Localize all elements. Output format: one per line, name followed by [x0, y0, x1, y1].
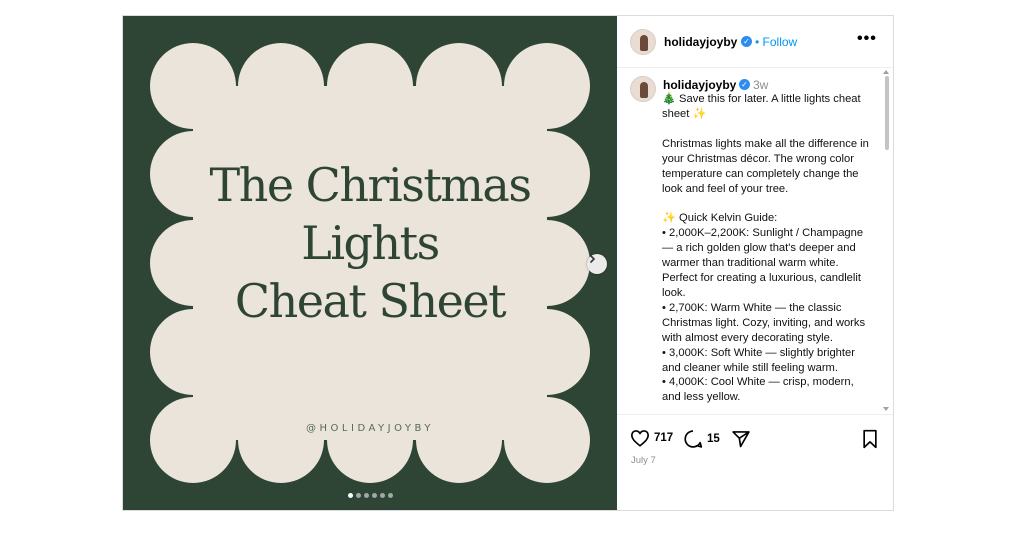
scroll-up-arrow[interactable] [883, 70, 889, 74]
caption-scroll-area[interactable]: holidayjoyby ✓ 3w 🎄 Save this for later.… [617, 68, 893, 415]
caption-line: • 2,700K: Warm White — the classic Chris… [662, 301, 866, 344]
avatar[interactable] [630, 29, 656, 55]
post-time-ago[interactable]: 3w [753, 78, 768, 92]
image-handle: @HOLIDAYJOYBY [306, 423, 434, 434]
post-date[interactable]: July 7 [631, 455, 656, 466]
caption-line: Christmas lights make all the difference… [662, 137, 869, 195]
follow-separator: • [755, 35, 760, 49]
caption-line: ✨ Quick Kelvin Guide: [662, 212, 778, 225]
comment-group[interactable]: 15 [683, 429, 720, 449]
headline-line: Lights [301, 216, 440, 270]
headline-line: The Christmas [209, 158, 532, 212]
caption-text: 🎄 Save this for later. A little lights c… [662, 92, 874, 405]
post-image: The Christmas Lights Cheat Sheet @HOLIDA… [123, 16, 617, 510]
share-group[interactable] [731, 429, 751, 449]
comments-count[interactable]: 15 [707, 433, 720, 445]
carousel-dot [371, 493, 377, 498]
carousel-dot-active [347, 493, 353, 498]
instagram-post: The Christmas Lights Cheat Sheet @HOLIDA… [122, 15, 894, 511]
post-side-panel: holidayjoyby ✓ • Follow ••• holidayjoyby… [617, 16, 893, 510]
carousel-dot [387, 493, 393, 498]
like-group[interactable]: 717 [630, 429, 673, 447]
username-link[interactable]: holidayjoyby [664, 35, 737, 49]
paper-plane-icon[interactable] [731, 429, 751, 449]
carousel-indicator [123, 493, 617, 498]
scrollbar-thumb[interactable] [885, 76, 889, 150]
more-options-icon[interactable]: ••• [857, 30, 877, 48]
post-header: holidayjoyby ✓ • Follow ••• [617, 16, 893, 68]
carousel-dot [379, 493, 385, 498]
carousel-dot [355, 493, 361, 498]
scroll-down-arrow[interactable] [883, 407, 889, 411]
comment-bubble-icon[interactable] [683, 429, 703, 449]
chevron-right-icon [589, 254, 596, 264]
caption-line: • 2,000K–2,200K: Sunlight / Champagne — … [662, 227, 864, 299]
headline-line: Cheat Sheet [234, 274, 507, 328]
image-headline: The Christmas Lights Cheat Sheet [123, 156, 617, 330]
caption-line: • 4,000K: Cool White — crisp, modern, an… [662, 376, 854, 404]
follow-button[interactable]: • Follow [755, 35, 797, 49]
caption-line: • 3,000K: Soft White — slightly brighter… [662, 346, 855, 374]
verified-badge-icon: ✓ [739, 79, 750, 90]
next-slide-button[interactable] [587, 254, 607, 274]
heart-icon[interactable] [630, 429, 650, 447]
post-actions: 717 15 [617, 426, 893, 452]
likes-count[interactable]: 717 [654, 432, 673, 444]
carousel-dot [363, 493, 369, 498]
caption-line: 🎄 Save this for later. A little lights c… [662, 93, 861, 120]
save-group[interactable] [861, 429, 879, 449]
follow-label: Follow [762, 35, 798, 49]
caption-username[interactable]: holidayjoyby [663, 78, 736, 92]
verified-badge-icon: ✓ [741, 36, 752, 47]
bookmark-icon[interactable] [861, 429, 879, 449]
caption-avatar[interactable] [630, 76, 656, 102]
